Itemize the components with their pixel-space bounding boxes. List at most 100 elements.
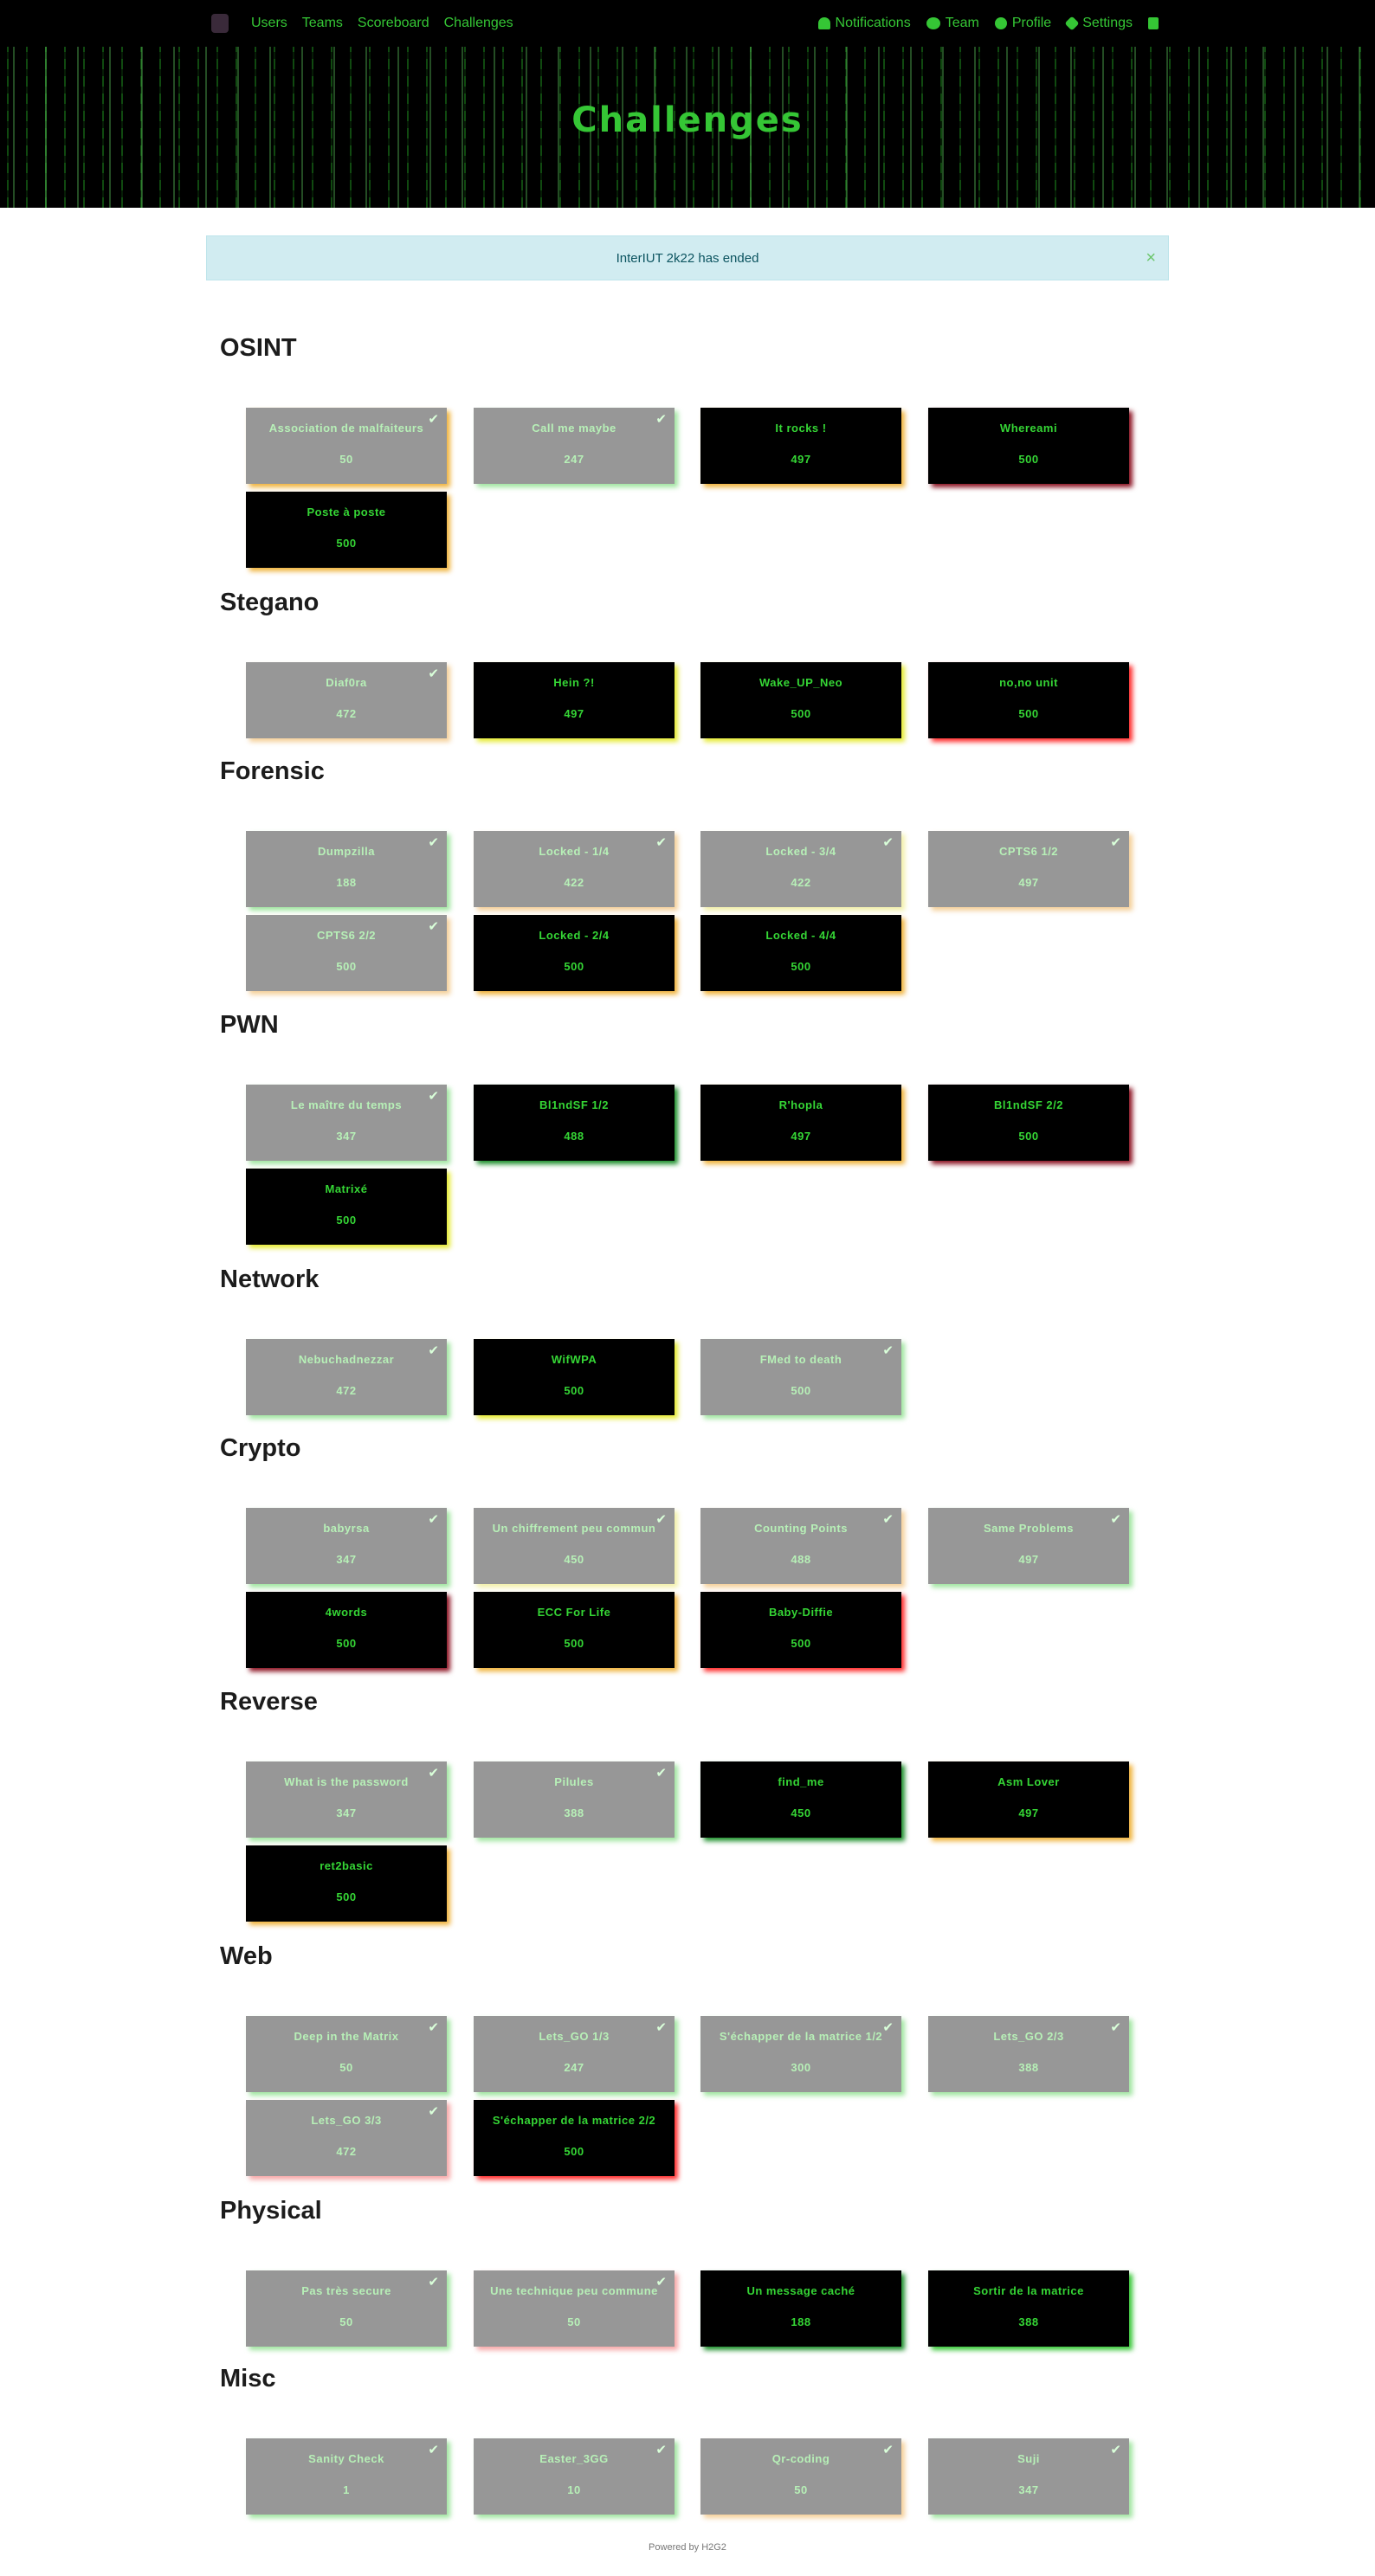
challenge-card-face: Sortir de la matrice 388 <box>928 2270 1129 2347</box>
challenge-button[interactable]: Association de malfaiteurs 50 ✔ <box>246 408 450 487</box>
challenge-button[interactable]: What is the password 347 ✔ <box>246 1761 450 1841</box>
challenge-button[interactable]: S'échapper de la matrice 1/2 300 ✔ <box>700 2016 905 2096</box>
challenge-button[interactable]: It rocks ! 497 <box>700 408 905 487</box>
challenge-button[interactable]: Asm Lover 497 <box>928 1761 1133 1841</box>
challenge-name: R'hopla <box>778 1098 823 1111</box>
challenge-value: 500 <box>336 1214 357 1227</box>
challenge-name: FMed to death <box>759 1353 842 1366</box>
challenge-button[interactable]: ECC For Life 500 <box>474 1592 678 1671</box>
challenge-card-face: Locked - 2/4 500 <box>474 915 675 991</box>
challenge-button[interactable]: Un chiffrement peu commun 450 ✔ <box>474 1508 678 1587</box>
gears-icon <box>1064 16 1080 31</box>
challenge-card-face: Call me maybe 247 ✔ <box>474 408 675 484</box>
challenge-button[interactable]: Un message caché 188 <box>700 2270 905 2350</box>
close-icon[interactable]: × <box>1146 248 1156 268</box>
nav-profile-link[interactable]: Profile <box>994 16 1051 31</box>
challenge-button[interactable]: Pilules 388 ✔ <box>474 1761 678 1841</box>
challenge-card-face: Le maître du temps 347 ✔ <box>246 1085 447 1161</box>
check-icon: ✔ <box>655 1512 667 1527</box>
challenge-button[interactable]: FMed to death 500 ✔ <box>700 1339 905 1419</box>
event-ended-alert: InterIUT 2k22 has ended × <box>206 235 1169 280</box>
challenge-button[interactable]: Call me maybe 247 ✔ <box>474 408 678 487</box>
challenge-button[interactable]: Dumpzilla 188 ✔ <box>246 831 450 911</box>
check-icon: ✔ <box>882 835 894 850</box>
challenge-button[interactable]: Locked - 2/4 500 <box>474 915 678 995</box>
challenge-name: Hein ?! <box>553 676 595 689</box>
challenge-button[interactable]: ret2basic 500 <box>246 1845 450 1925</box>
challenge-button[interactable]: Lets_GO 2/3 388 ✔ <box>928 2016 1133 2096</box>
challenge-value: 247 <box>564 2061 584 2074</box>
challenge-name: CPTS6 2/2 <box>316 929 377 942</box>
category-title: Physical <box>220 2197 322 2225</box>
challenge-value: 472 <box>336 2145 357 2158</box>
nav-scoreboard-link[interactable]: Scoreboard <box>358 16 429 31</box>
challenge-button[interactable]: Bl1ndSF 2/2 500 <box>928 1085 1133 1164</box>
navbar: Users Teams Scoreboard Challenges Notifi… <box>0 0 1375 47</box>
challenge-card-face: Dumpzilla 188 ✔ <box>246 831 447 907</box>
challenge-button[interactable]: Whereami 500 <box>928 408 1133 487</box>
challenge-button[interactable]: Sortir de la matrice 388 <box>928 2270 1133 2350</box>
challenge-value: 388 <box>1018 2315 1039 2328</box>
challenge-button[interactable]: 4words 500 <box>246 1592 450 1671</box>
nav-settings-link[interactable]: Settings <box>1064 16 1133 31</box>
challenge-card-face: CPTS6 1/2 497 ✔ <box>928 831 1129 907</box>
challenge-button[interactable]: Une technique peu commune 50 ✔ <box>474 2270 678 2350</box>
nav-challenges-link[interactable]: Challenges <box>444 16 513 31</box>
challenge-button[interactable]: CPTS6 2/2 500 ✔ <box>246 915 450 995</box>
ctf-logo[interactable] <box>211 14 229 33</box>
category-title: Forensic <box>220 757 325 785</box>
challenge-button[interactable]: Baby-Diffie 500 <box>700 1592 905 1671</box>
challenge-button[interactable]: Locked - 3/4 422 ✔ <box>700 831 905 911</box>
challenge-value: 422 <box>791 876 811 889</box>
challenge-name: Easter_3GG <box>539 2452 609 2465</box>
challenge-button[interactable]: Counting Points 488 ✔ <box>700 1508 905 1587</box>
nav-team-link[interactable]: Team <box>926 16 979 31</box>
challenge-name: Une technique peu commune <box>490 2284 658 2297</box>
category-title: Stegano <box>220 589 320 616</box>
challenge-value: 472 <box>336 1384 357 1397</box>
challenge-value: 500 <box>564 1384 584 1397</box>
challenge-button[interactable]: Deep in the Matrix 50 ✔ <box>246 2016 450 2096</box>
challenge-button[interactable]: Wake_UP_Neo 500 <box>700 662 905 742</box>
challenge-button[interactable]: S'échapper de la matrice 2/2 500 <box>474 2100 678 2180</box>
challenge-name: Pas très secure <box>301 2284 391 2297</box>
challenge-card-face: WifWPA 500 <box>474 1339 675 1415</box>
nav-teams-link[interactable]: Teams <box>302 16 343 31</box>
nav-notifications-link[interactable]: Notifications <box>817 16 911 31</box>
challenge-button[interactable]: CPTS6 1/2 497 ✔ <box>928 831 1133 911</box>
challenge-button[interactable]: R'hopla 497 <box>700 1085 905 1164</box>
challenge-value: 500 <box>1018 707 1039 720</box>
check-icon: ✔ <box>655 835 667 850</box>
challenge-button[interactable]: Nebuchadnezzar 472 ✔ <box>246 1339 450 1419</box>
challenge-name: Locked - 2/4 <box>539 929 610 942</box>
challenge-button[interactable]: Qr-coding 50 ✔ <box>700 2438 905 2518</box>
challenge-button[interactable]: Matrixé 500 <box>246 1169 450 1248</box>
challenge-button[interactable]: Suji 347 ✔ <box>928 2438 1133 2518</box>
challenge-button[interactable]: WifWPA 500 <box>474 1339 678 1419</box>
challenge-button[interactable]: no,no unit 500 <box>928 662 1133 742</box>
challenge-button[interactable]: Sanity Check 1 ✔ <box>246 2438 450 2518</box>
challenge-button[interactable]: Same Problems 497 ✔ <box>928 1508 1133 1587</box>
check-icon: ✔ <box>1110 1512 1121 1527</box>
challenge-button[interactable]: babyrsa 347 ✔ <box>246 1508 450 1587</box>
challenge-button[interactable]: Hein ?! 497 <box>474 662 678 742</box>
challenge-button[interactable]: Diaf0ra 472 ✔ <box>246 662 450 742</box>
challenge-button[interactable]: Lets_GO 3/3 472 ✔ <box>246 2100 450 2180</box>
challenge-name: no,no unit <box>999 676 1058 689</box>
challenge-button[interactable]: Easter_3GG 10 ✔ <box>474 2438 678 2518</box>
challenge-button[interactable]: Bl1ndSF 1/2 488 <box>474 1085 678 1164</box>
challenge-button[interactable]: Pas très secure 50 ✔ <box>246 2270 450 2350</box>
challenge-button[interactable]: Locked - 4/4 500 <box>700 915 905 995</box>
challenge-button[interactable]: Locked - 1/4 422 ✔ <box>474 831 678 911</box>
nav-users-link[interactable]: Users <box>251 16 287 31</box>
challenge-value: 188 <box>791 2315 811 2328</box>
challenge-button[interactable]: Lets_GO 1/3 247 ✔ <box>474 2016 678 2096</box>
check-icon: ✔ <box>428 1343 439 1358</box>
challenge-button[interactable]: find_me 450 <box>700 1761 905 1841</box>
challenge-button[interactable]: Poste à poste 500 <box>246 492 450 571</box>
challenge-value: 347 <box>1018 2483 1039 2496</box>
challenge-value: 247 <box>564 453 584 466</box>
check-icon: ✔ <box>428 1089 439 1104</box>
challenge-button[interactable]: Le maître du temps 347 ✔ <box>246 1085 450 1164</box>
nav-logout-link[interactable] <box>1148 17 1159 29</box>
